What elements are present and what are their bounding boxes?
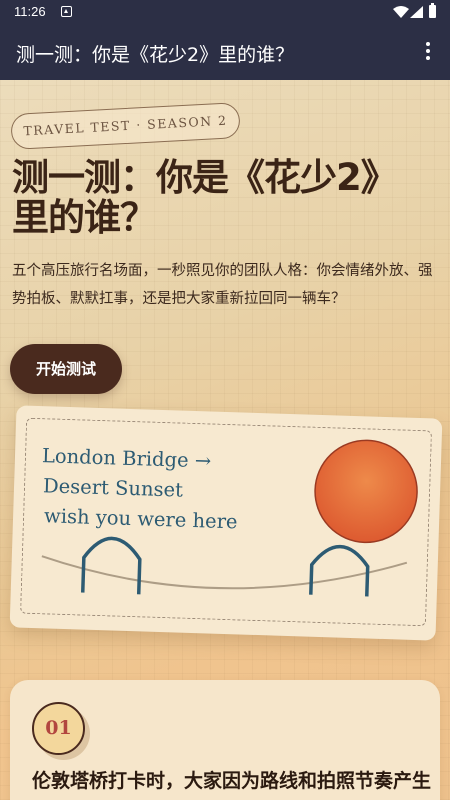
cell-signal-icon xyxy=(410,6,423,18)
battery-icon xyxy=(429,3,436,18)
bridge-arch-left-icon xyxy=(80,536,142,595)
more-options-icon[interactable] xyxy=(418,40,438,64)
notification-icon xyxy=(61,6,72,17)
sun-icon xyxy=(314,439,418,544)
season-tag: TRAVEL TEST · SEASON 2 xyxy=(10,102,241,150)
start-test-button[interactable]: 开始测试 xyxy=(10,344,122,394)
postcard-illustration: London Bridge → Desert Sunset wish you w… xyxy=(9,405,443,641)
question-text: 伦敦塔桥打卡时，大家因为路线和拍照节奏产生分歧，你通常会... xyxy=(32,770,432,792)
page-content[interactable]: TRAVEL TEST · SEASON 2 测一测：你是《花少2》里的谁？ 五… xyxy=(0,80,450,800)
app-bar-title: 测一测：你是《花少2》里的谁？ xyxy=(16,44,295,66)
wifi-icon xyxy=(393,6,409,18)
question-card[interactable]: 01 伦敦塔桥打卡时，大家因为路线和拍照节奏产生分歧，你通常会... xyxy=(10,680,440,800)
bridge-arch-right-icon xyxy=(309,544,370,597)
app-bar: 测一测：你是《花少2》里的谁？ xyxy=(0,24,450,80)
horizon-line xyxy=(41,555,408,590)
page-title: 测一测：你是《花少2》里的谁？ xyxy=(12,156,398,239)
status-time: 11:26 xyxy=(14,4,46,19)
status-bar: 11:26 xyxy=(0,0,450,24)
postcard-line-2: Desert Sunset xyxy=(42,474,184,502)
question-number-badge: 01 xyxy=(32,702,85,755)
page-description: 五个高压旅行名场面，一秒照见你的团队人格：你会情绪外放、强势拍板、默默扛事，还是… xyxy=(12,263,433,307)
